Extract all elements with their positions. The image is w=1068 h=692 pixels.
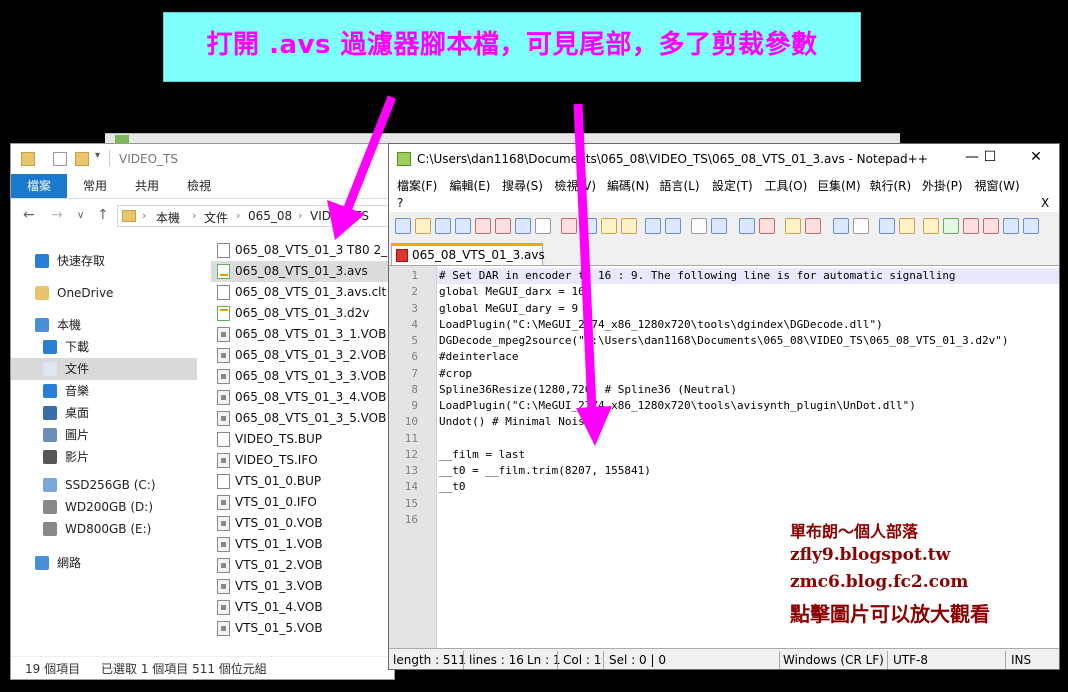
annotation-arrows	[327, 95, 612, 446]
arrow-right	[573, 103, 612, 446]
arrow-left	[327, 95, 397, 240]
